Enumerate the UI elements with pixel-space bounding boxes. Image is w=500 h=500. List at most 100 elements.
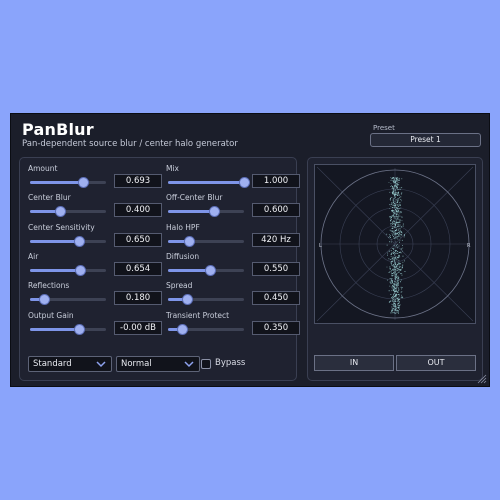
param-value-field[interactable]: 420 Hz — [252, 232, 300, 247]
param-value-field[interactable]: 0.350 — [252, 320, 300, 335]
quality-dropdown[interactable]: Normal — [116, 356, 200, 372]
slider-knob[interactable] — [183, 295, 192, 305]
param-label: Off-Center Blur — [166, 193, 223, 203]
scope-dot — [388, 258, 390, 260]
scope-dot — [397, 221, 399, 223]
scope-dot — [394, 181, 395, 183]
bypass-checkbox[interactable] — [201, 359, 211, 369]
scope-dot — [395, 211, 397, 213]
param-slider[interactable] — [30, 295, 106, 305]
mode-dropdown[interactable]: Standard — [28, 356, 112, 372]
scope-dot — [391, 300, 393, 302]
slider-knob[interactable] — [75, 236, 85, 246]
scope-dot — [399, 224, 401, 226]
scope-dot — [394, 311, 396, 313]
param-value-field[interactable]: 0.180 — [114, 291, 162, 306]
out-button[interactable]: OUT — [396, 355, 476, 371]
scope-dot — [392, 191, 393, 193]
param-slider[interactable] — [168, 295, 244, 305]
scope-dot — [397, 211, 399, 213]
scope-dot — [398, 264, 400, 266]
param-slider[interactable] — [30, 178, 106, 187]
scope-dot — [402, 250, 403, 252]
in-button[interactable]: IN — [314, 355, 394, 371]
param-slider[interactable] — [168, 236, 244, 246]
scope-dot — [396, 219, 398, 220]
scope-dot — [391, 197, 393, 198]
scope-dot — [393, 212, 395, 213]
param-slider[interactable] — [168, 324, 244, 334]
scope-dot — [398, 245, 400, 247]
preset-selector[interactable]: Preset 1 — [370, 133, 481, 147]
scope-dot — [399, 228, 401, 230]
scope-dot — [390, 262, 392, 263]
param-slider[interactable] — [30, 236, 106, 246]
scope-dot — [398, 300, 400, 302]
scope-dot — [392, 178, 394, 180]
scope-dot — [394, 197, 396, 198]
slider-knob[interactable] — [185, 236, 195, 246]
param-slider[interactable] — [30, 207, 106, 217]
scope-dot — [398, 184, 400, 186]
scope-dot — [391, 223, 393, 225]
param-value-field[interactable]: -0.00 dB — [114, 320, 162, 335]
scope-dot — [395, 199, 397, 201]
resize-handle-icon[interactable] — [477, 374, 487, 384]
param-slider[interactable] — [30, 324, 106, 334]
scope-dot — [392, 312, 394, 314]
scope-dot — [395, 192, 396, 194]
slider-knob[interactable] — [240, 178, 249, 187]
param-value-field[interactable]: 0.600 — [252, 203, 300, 218]
slider-knob[interactable] — [78, 178, 88, 187]
scope-dot — [391, 238, 393, 240]
mode-dropdown-value: Standard — [33, 359, 72, 369]
scope-dot — [394, 201, 396, 203]
scope-dot — [395, 290, 396, 292]
param-slider[interactable] — [168, 265, 244, 275]
scope-dot — [390, 178, 392, 180]
scope-dot — [399, 221, 401, 223]
scope-dot — [393, 206, 395, 208]
slider-knob[interactable] — [209, 207, 219, 217]
param-value-field[interactable]: 0.693 — [114, 174, 162, 188]
param-value-field[interactable]: 0.450 — [252, 291, 300, 306]
scope-dot — [399, 269, 401, 270]
scope-dot — [392, 198, 394, 200]
param-label: Center Sensitivity — [28, 222, 95, 232]
scope-dot — [395, 275, 397, 277]
scope-dot — [396, 236, 398, 237]
parameters-panel: Standard Normal Bypass Amount 0.693 Center… — [19, 157, 300, 381]
param-slider[interactable] — [168, 207, 244, 217]
param-value-field[interactable]: 0.400 — [114, 203, 162, 218]
slider-knob[interactable] — [75, 265, 85, 275]
scope-dot — [397, 208, 399, 210]
param-value-field[interactable]: 0.550 — [252, 261, 300, 276]
scope-dot — [396, 310, 398, 312]
param-value-field[interactable]: 0.650 — [114, 232, 162, 247]
scope-dot — [393, 230, 395, 232]
scope-dot — [394, 258, 396, 260]
scope-dot — [392, 296, 393, 298]
scope-dot — [397, 266, 399, 268]
scope-dot — [392, 215, 394, 217]
scope-dot — [399, 220, 401, 222]
scope-dot — [396, 180, 398, 182]
scope-dot — [393, 285, 395, 286]
param-value-field[interactable]: 0.654 — [114, 261, 162, 276]
param-slider[interactable] — [168, 178, 249, 187]
slider-knob[interactable] — [205, 265, 215, 275]
slider-knob[interactable] — [177, 324, 187, 334]
scope-dot — [393, 179, 395, 181]
slider-fill — [168, 210, 214, 214]
param-value-field[interactable]: 1.000 — [252, 174, 300, 188]
slider-knob[interactable] — [74, 324, 84, 334]
param-slider[interactable] — [30, 265, 106, 275]
slider-knob[interactable] — [39, 295, 49, 305]
scope-dot — [392, 234, 393, 236]
scope-dot — [393, 269, 395, 271]
scope-dot — [398, 303, 399, 304]
scope-dot — [396, 268, 398, 269]
slider-knob[interactable] — [56, 207, 66, 217]
scope-dot — [392, 309, 393, 311]
slider-fill — [30, 327, 79, 331]
